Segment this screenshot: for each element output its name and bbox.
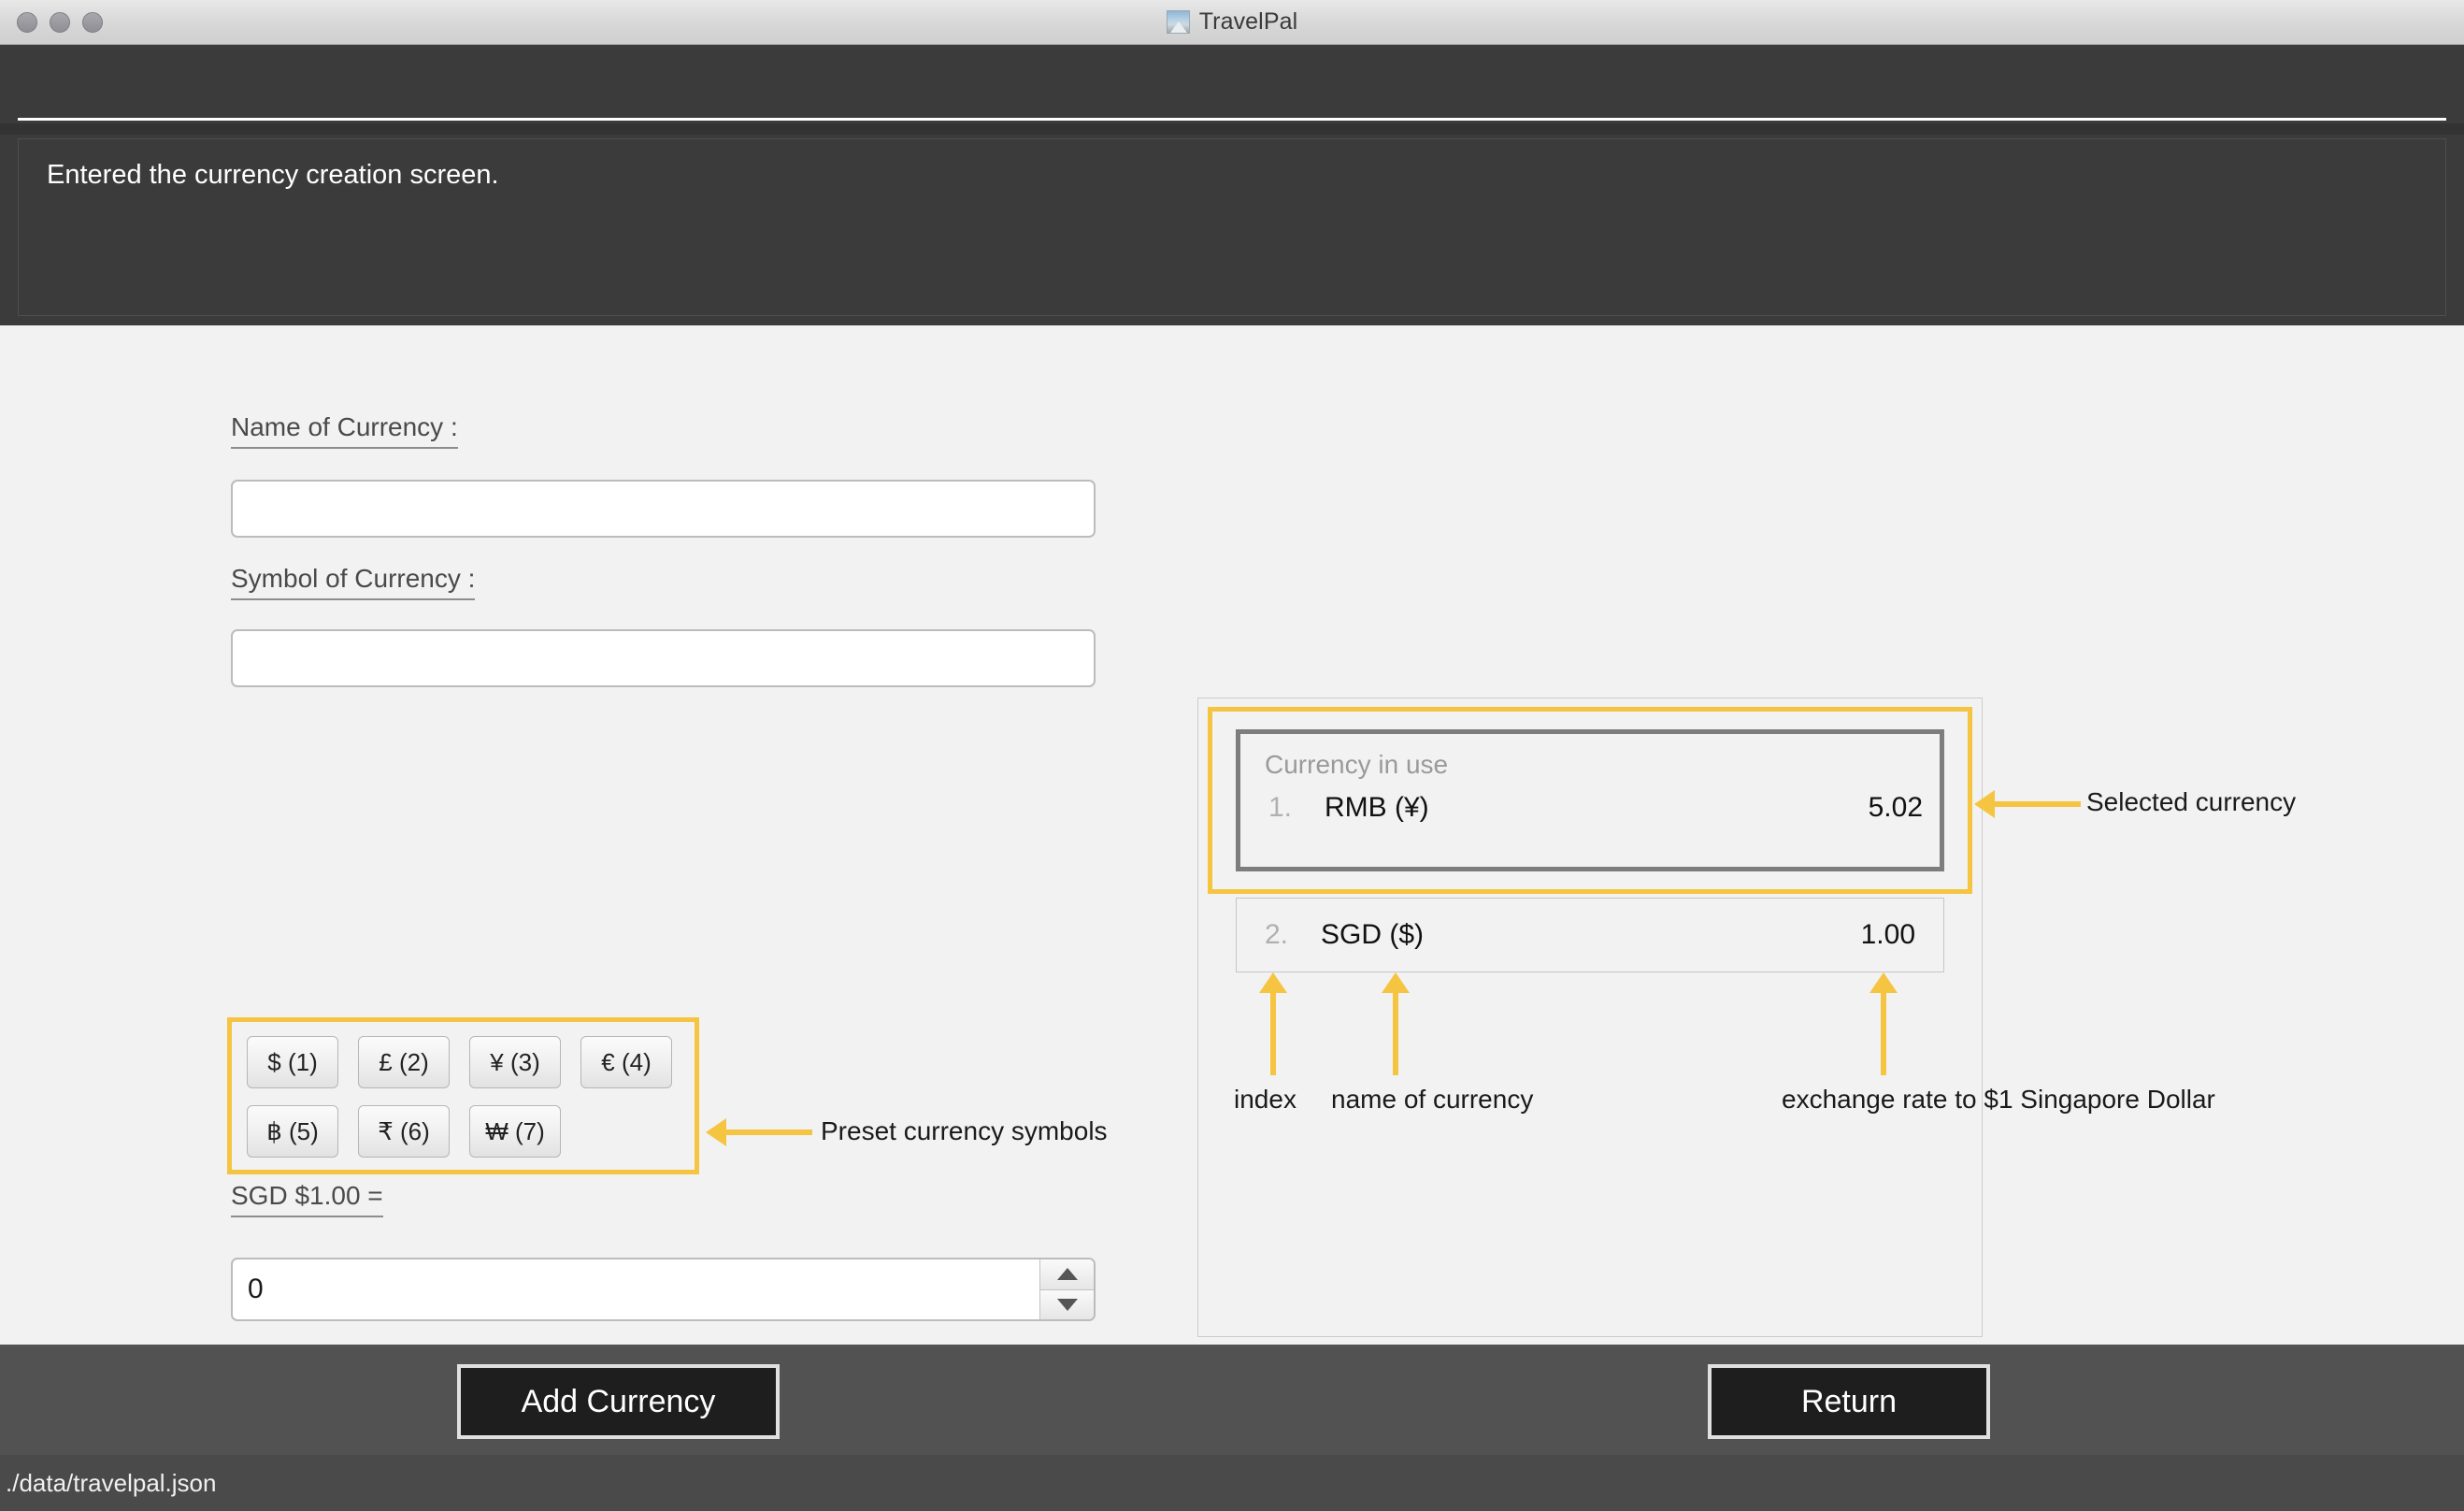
minimize-button[interactable] [50, 12, 70, 33]
symbol-of-currency-input[interactable] [231, 629, 1096, 687]
close-button[interactable] [17, 12, 37, 33]
index-annotation-arrow [1259, 972, 1287, 1075]
currency-index-1: 1. [1268, 792, 1293, 823]
main-content: Name of Currency : Symbol of Currency : … [0, 325, 2464, 1345]
exchange-rate-value[interactable]: 0 [233, 1259, 1039, 1319]
message-header: Entered the currency creation screen. [0, 45, 2464, 325]
selected-currency-annotation-arrow [1974, 790, 2082, 818]
zoom-button[interactable] [82, 12, 103, 33]
preset-symbol-button-4[interactable]: € (4) [580, 1036, 672, 1088]
app-window: TravelPal Entered the currency creation … [0, 0, 2464, 1511]
message-box: Entered the currency creation screen. [18, 138, 2446, 316]
name-of-currency-annotation-label: name of currency [1331, 1085, 1534, 1114]
preset-symbols-group: $ (1) £ (2) ¥ (3) € (4) ฿ (5) ₹ (6) ₩ (7… [247, 1036, 686, 1158]
preset-symbol-button-2[interactable]: £ (2) [358, 1036, 450, 1088]
symbol-of-currency-label: Symbol of Currency : [231, 564, 476, 600]
status-bar: ./data/travelpal.json [0, 1455, 2464, 1511]
exchange-rate-annotation-arrow [1869, 972, 1898, 1075]
preset-symbol-button-5[interactable]: ฿ (5) [247, 1105, 338, 1158]
currency-name-1: RMB (¥) [1325, 792, 1429, 823]
spinner-decrement-button[interactable] [1040, 1289, 1094, 1319]
currency-rate-1: 5.02 [1868, 792, 1923, 823]
index-annotation-label: index [1234, 1085, 1296, 1114]
preset-symbols-annotation-arrow [706, 1118, 813, 1146]
chevron-up-icon [1056, 1268, 1078, 1281]
preset-symbol-button-1[interactable]: $ (1) [247, 1036, 338, 1088]
exchange-rate-spinner[interactable]: 0 [231, 1258, 1096, 1321]
exchange-rate-annotation-label: exchange rate to $1 Singapore Dollar [1782, 1085, 2215, 1114]
name-of-currency-input[interactable] [231, 480, 1096, 538]
currency-list-item-2[interactable]: 2. SGD ($) 1.00 [1236, 898, 1944, 972]
window-controls [17, 0, 103, 45]
spinner-increment-button[interactable] [1040, 1259, 1094, 1290]
table-row: 1. RMB (¥) 5.02 [1268, 792, 1923, 824]
return-button[interactable]: Return [1708, 1364, 1990, 1439]
status-message: Entered the currency creation screen. [47, 160, 499, 190]
header-divider [18, 118, 2446, 121]
window-title-group: TravelPal [1166, 8, 1298, 36]
spinner-buttons [1039, 1259, 1094, 1319]
name-of-currency-label: Name of Currency : [231, 412, 458, 449]
selected-currency-annotation-label: Selected currency [2086, 787, 2297, 816]
sgd-rate-label: SGD $1.00 = [231, 1181, 383, 1217]
preset-symbol-button-3[interactable]: ¥ (3) [469, 1036, 561, 1088]
add-currency-button[interactable]: Add Currency [457, 1364, 780, 1439]
currency-name-2: SGD ($) [1321, 919, 1425, 950]
title-bar: TravelPal [0, 0, 2464, 45]
window-title: TravelPal [1198, 8, 1298, 35]
mountain-photo-icon [1166, 10, 1190, 34]
action-bar: Add Currency Return [0, 1345, 2464, 1455]
currency-rate-2: 1.00 [1860, 919, 1915, 950]
name-of-currency-annotation-arrow [1382, 972, 1410, 1075]
header-gap-strip [0, 123, 2464, 135]
preset-symbol-button-6[interactable]: ₹ (6) [358, 1105, 450, 1158]
currency-list-item-1[interactable]: Currency in use 1. RMB (¥) 5.02 [1236, 729, 1944, 871]
preset-symbols-annotation-label: Preset currency symbols [821, 1116, 1108, 1145]
data-file-path: ./data/travelpal.json [6, 1468, 217, 1497]
chevron-down-icon [1056, 1298, 1078, 1311]
currency-in-use-header: Currency in use [1265, 750, 1449, 779]
currency-index-2: 2. [1265, 919, 1289, 950]
preset-symbol-button-7[interactable]: ₩ (7) [469, 1105, 561, 1158]
